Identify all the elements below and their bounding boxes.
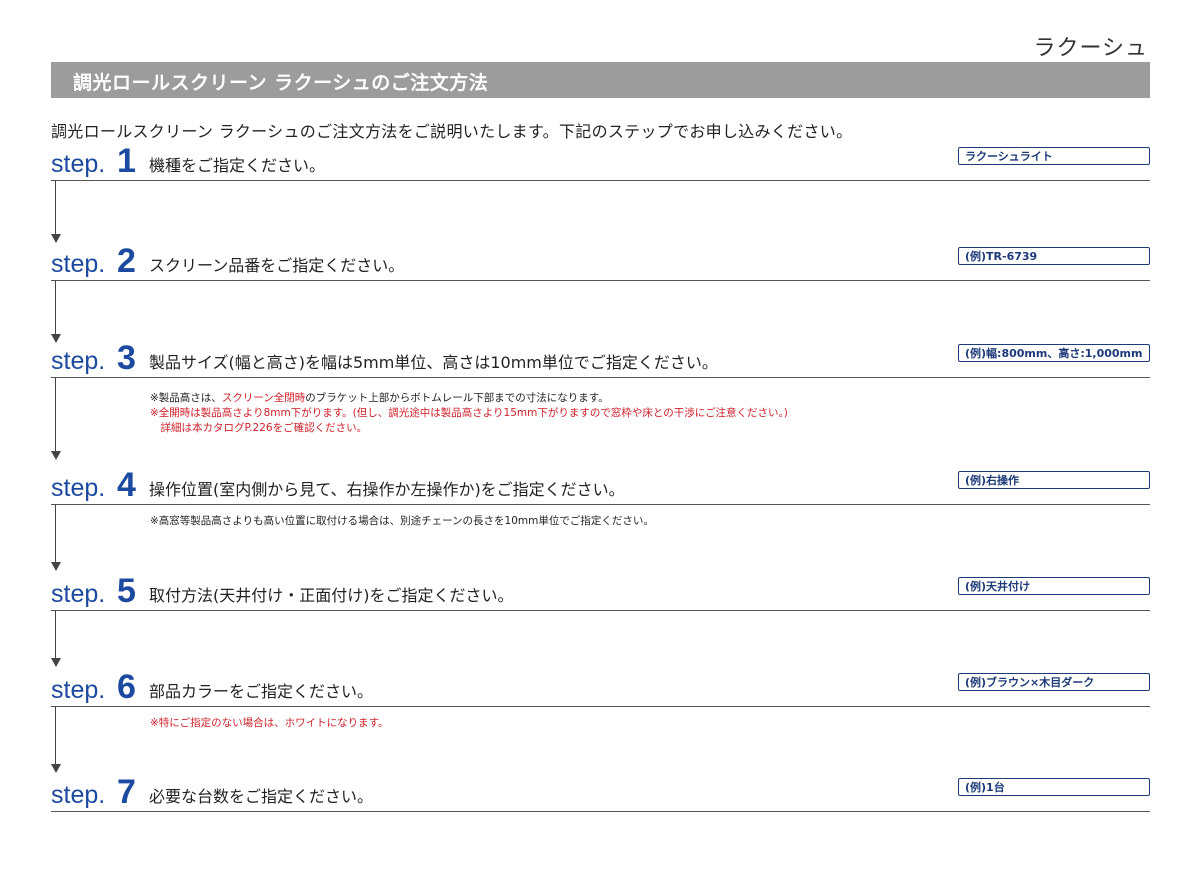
example-box: (例)右操作 [958, 471, 1150, 489]
example-box: ラクーシュライト [958, 147, 1150, 165]
step-divider [51, 377, 1150, 378]
step-number: 2 [117, 242, 136, 280]
title-bar: 調光ロールスクリーン ラクーシュのご注文方法 [51, 62, 1150, 98]
step-number: 4 [117, 466, 136, 504]
step-notes: ※高窓等製品高さよりも高い位置に取付ける場合は、別途チェーンの長さを10mm単位… [150, 514, 654, 529]
step-instruction: 部品カラーをご指定ください。 [149, 682, 374, 701]
intro-text: 調光ロールスクリーン ラクーシュのご注文方法をご説明いたします。下記のステップで… [51, 122, 853, 141]
example-box: (例)天井付け [958, 577, 1150, 595]
step-number: 6 [117, 668, 136, 706]
step-instruction: 取付方法(天井付け・正面付け)をご指定ください。 [149, 586, 514, 605]
step-label: step. [51, 150, 106, 178]
example-box: (例)幅:800mm、高さ:1,000mm [958, 344, 1150, 362]
step-divider [51, 280, 1150, 281]
note-line: ※高窓等製品高さよりも高い位置に取付ける場合は、別途チェーンの長さを10mm単位… [150, 515, 654, 527]
example-box: (例)ブラウン×木目ダーク [958, 673, 1150, 691]
step-instruction: 製品サイズ(幅と高さ)を幅は5mm単位、高さは10mm単位でご指定ください。 [149, 353, 718, 372]
down-arrow-icon [51, 764, 61, 773]
step-divider [51, 180, 1150, 181]
step-instruction: 操作位置(室内側から見て、右操作か左操作か)をご指定ください。 [149, 480, 625, 499]
step-notes: ※特にご指定のない場合は、ホワイトになります。 [150, 716, 389, 731]
step-label: step. [51, 474, 106, 502]
step-instruction: 必要な台数をご指定ください。 [149, 787, 374, 806]
note-line: ※製品高さは、スクリーン全閉時のブラケット上部からボトムレール下部までの寸法にな… [150, 392, 609, 404]
flow-line [55, 280, 56, 334]
flow-line [55, 180, 56, 234]
step-label: step. [51, 347, 106, 375]
step-instruction: スクリーン品番をご指定ください。 [149, 256, 405, 275]
step-label: step. [51, 676, 106, 704]
step-label: step. [51, 250, 106, 278]
step-label: step. [51, 781, 106, 809]
down-arrow-icon [51, 234, 61, 243]
flow-line [55, 706, 56, 764]
step-number: 7 [117, 773, 136, 811]
flow-line [55, 377, 56, 451]
step-notes: ※製品高さは、スクリーン全閉時のブラケット上部からボトムレール下部までの寸法にな… [150, 391, 788, 436]
note-line: ※特にご指定のない場合は、ホワイトになります。 [150, 717, 389, 729]
step-number: 5 [117, 572, 136, 610]
page-title: 調光ロールスクリーン ラクーシュのご注文方法 [73, 72, 489, 94]
note-line: ※全開時は製品高さより8mm下がります。(但し、調光途中は製品高さより15mm下… [150, 407, 788, 419]
flow-line [55, 504, 56, 562]
brand-name: ラクーシュ [1033, 36, 1148, 61]
example-box: (例)1台 [958, 778, 1150, 796]
step-divider [51, 610, 1150, 611]
step-divider [51, 504, 1150, 505]
flow-line [55, 610, 56, 658]
example-box: (例)TR-6739 [958, 247, 1150, 265]
down-arrow-icon [51, 658, 61, 667]
step-number: 3 [117, 339, 136, 377]
step-label: step. [51, 580, 106, 608]
step-divider [51, 706, 1150, 707]
step-divider [51, 811, 1150, 812]
note-line: 詳細は本カタログP.226をご確認ください。 [150, 422, 368, 434]
down-arrow-icon [51, 334, 61, 343]
down-arrow-icon [51, 562, 61, 571]
down-arrow-icon [51, 451, 61, 460]
step-number: 1 [117, 142, 136, 180]
step-instruction: 機種をご指定ください。 [149, 156, 326, 175]
